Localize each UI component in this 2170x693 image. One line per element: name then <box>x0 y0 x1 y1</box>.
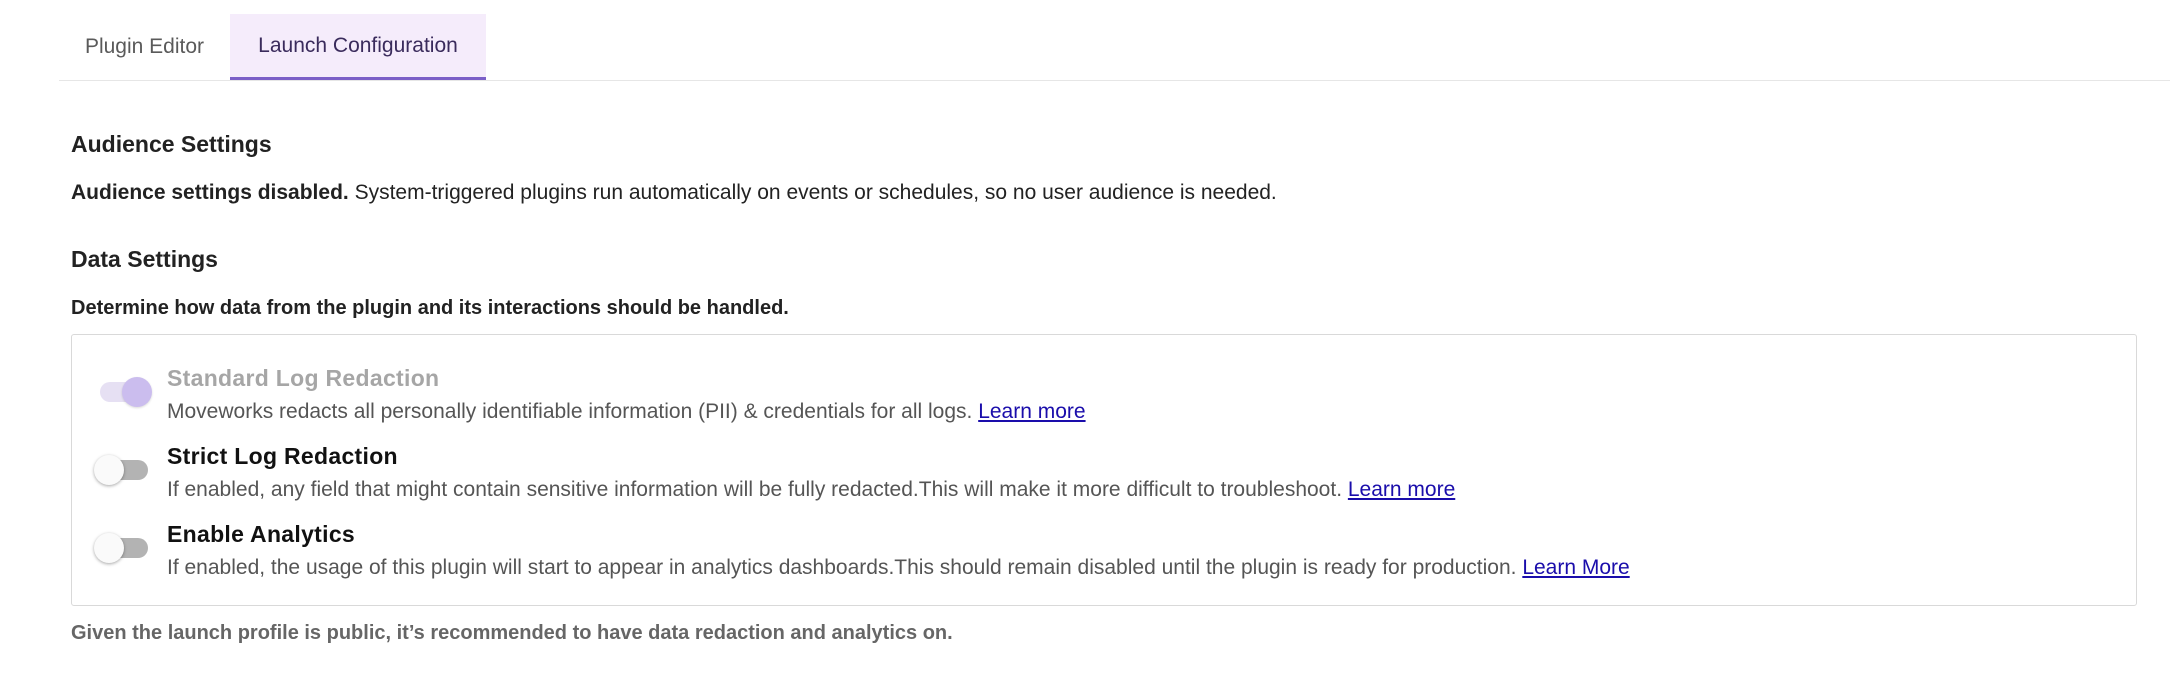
data-settings-section: Data Settings <box>71 246 218 273</box>
setting-title: Enable Analytics <box>167 521 356 547</box>
tab-label: Plugin Editor <box>84 35 205 58</box>
description-text: Moveworks redacts all personally identif… <box>167 400 979 423</box>
audience-disabled-label: Audience settings disabled. <box>71 181 349 204</box>
description-text: If enabled, the usage of this plugin wil… <box>167 556 1523 579</box>
setting-description: Moveworks redacts all personally identif… <box>167 400 1086 424</box>
setting-standard-log-redaction: Standard Log Redaction Moveworks redacts… <box>96 365 2136 429</box>
audience-settings-message: Audience settings disabled. System-trigg… <box>71 181 1277 205</box>
learn-more-link[interactable]: Learn More <box>1522 556 1629 579</box>
setting-strict-log-redaction: Strict Log Redaction If enabled, any fie… <box>94 443 2136 507</box>
data-settings-subtitle: Determine how data from the plugin and i… <box>71 297 789 319</box>
data-settings-panel: Standard Log Redaction Moveworks redacts… <box>71 334 2137 606</box>
audience-settings-title: Audience Settings <box>71 131 272 157</box>
recommendation-note: Given the launch profile is public, it’s… <box>71 622 953 644</box>
toggle-thumb <box>94 533 124 563</box>
setting-title: Strict Log Redaction <box>167 443 398 469</box>
data-settings-title: Data Settings <box>71 246 218 272</box>
learn-more-link[interactable]: Learn more <box>1348 478 1455 501</box>
strict-log-redaction-toggle[interactable] <box>94 453 152 485</box>
enable-analytics-toggle[interactable] <box>94 531 152 563</box>
tab-plugin-editor[interactable]: Plugin Editor <box>59 14 230 80</box>
learn-more-link[interactable]: Learn more <box>978 400 1085 423</box>
setting-title: Standard Log Redaction <box>167 365 440 391</box>
tab-bar: Plugin Editor Launch Configuration <box>59 14 2170 81</box>
standard-log-redaction-toggle <box>96 375 152 407</box>
description-text: If enabled, any field that might contain… <box>167 478 1348 501</box>
setting-description: If enabled, the usage of this plugin wil… <box>167 556 1630 580</box>
toggle-thumb <box>94 455 124 485</box>
tab-label: Launch Configuration <box>258 33 458 57</box>
setting-description: If enabled, any field that might contain… <box>167 478 1455 502</box>
audience-disabled-text: System-triggered plugins run automatical… <box>348 181 1277 204</box>
audience-settings-section: Audience Settings <box>71 131 272 158</box>
setting-enable-analytics: Enable Analytics If enabled, the usage o… <box>94 521 2136 585</box>
toggle-thumb <box>122 377 152 407</box>
tab-launch-configuration[interactable]: Launch Configuration <box>230 14 486 80</box>
